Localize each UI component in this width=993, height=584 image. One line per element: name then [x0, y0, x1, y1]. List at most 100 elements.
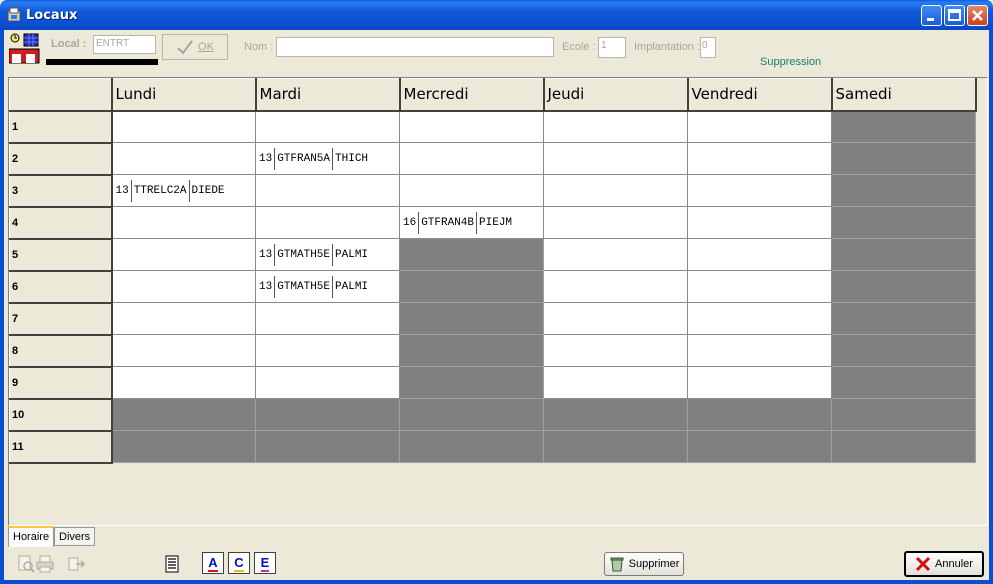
schedule-cell-empty[interactable] [543, 270, 688, 303]
schedule-cell-unavailable[interactable] [831, 334, 976, 367]
schedule-cell-empty[interactable] [687, 174, 832, 207]
schedule-cell-unavailable[interactable] [831, 270, 976, 303]
schedule-cell-unavailable[interactable] [399, 430, 544, 463]
schedule-cell-empty[interactable] [687, 142, 832, 175]
schedule-cell-unavailable[interactable] [111, 430, 256, 463]
day-header[interactable]: Samedi [831, 78, 977, 112]
schedule-cell-empty[interactable] [687, 238, 832, 271]
ecole-field[interactable]: 1 [598, 37, 626, 58]
day-header[interactable]: Lundi [111, 78, 257, 112]
schedule-cell-unavailable[interactable] [831, 206, 976, 239]
schedule-cell-empty[interactable] [687, 110, 832, 143]
ok-button[interactable]: OK [162, 34, 228, 60]
schedule-cell-unavailable[interactable] [831, 174, 976, 207]
schedule-cell-empty[interactable] [255, 206, 400, 239]
annuler-button[interactable]: Annuler [904, 551, 984, 577]
list-icon[interactable] [162, 554, 182, 574]
timeslot-row: 1 [9, 110, 976, 144]
schedule-cell-empty[interactable] [687, 302, 832, 335]
schedule-cell-empty[interactable] [399, 142, 544, 175]
schedule-cell-empty[interactable] [111, 366, 256, 399]
schedule-cell-empty[interactable] [543, 366, 688, 399]
schedule-cell-unavailable[interactable] [831, 366, 976, 399]
close-button[interactable] [967, 5, 988, 26]
schedule-cell-unavailable[interactable] [399, 270, 544, 303]
schedule-cell-unavailable[interactable] [831, 430, 976, 463]
schedule-cell-empty[interactable] [543, 206, 688, 239]
schedule-cell-empty[interactable] [543, 174, 688, 207]
booking-field: PIEJM [476, 211, 514, 234]
schedule-cell-unavailable[interactable] [831, 110, 976, 143]
schedule-cell-unavailable[interactable] [831, 142, 976, 175]
title-bar[interactable]: Locaux [0, 0, 993, 30]
schedule-cell-empty[interactable] [255, 110, 400, 143]
schedule-cell-unavailable[interactable] [831, 398, 976, 431]
print-preview-icon[interactable] [16, 554, 36, 574]
schedule-cell-unavailable[interactable] [399, 398, 544, 431]
schedule-cell-unavailable[interactable] [687, 398, 832, 431]
schedule-cell-unavailable[interactable] [399, 238, 544, 271]
local-field[interactable]: ENTRT [93, 35, 156, 54]
schedule-cell-unavailable[interactable] [255, 398, 400, 431]
schedule-cell-empty[interactable] [543, 110, 688, 143]
schedule-cell-booked[interactable]: 16 GTFRAN4B PIEJM [399, 206, 544, 239]
schedule-cell-empty[interactable] [399, 174, 544, 207]
booking-field: GTFRAN4B [418, 211, 476, 234]
schedule-cell-unavailable[interactable] [399, 366, 544, 399]
schedule-cell-empty[interactable] [111, 334, 256, 367]
filter-e-button[interactable]: E [254, 552, 276, 574]
schedule-cell-empty[interactable] [255, 334, 400, 367]
schedule-cell-unavailable[interactable] [831, 302, 976, 335]
schedule-cell-empty[interactable] [255, 302, 400, 335]
schedule-cell-empty[interactable] [399, 110, 544, 143]
print-icon[interactable] [35, 554, 55, 574]
schedule-cell-empty[interactable] [543, 334, 688, 367]
day-header[interactable]: Jeudi [543, 78, 689, 112]
schedule-cell-empty[interactable] [111, 238, 256, 271]
minimize-button[interactable] [921, 5, 942, 26]
booking-field: PALMI [332, 243, 370, 266]
schedule-cell-empty[interactable] [111, 302, 256, 335]
room-schedule-icon [9, 33, 40, 64]
implantation-field[interactable]: 0 [700, 37, 716, 58]
schedule-cell-booked[interactable]: 13 TTRELC2A DIEDE [111, 174, 256, 207]
filter-a-button[interactable]: A [202, 552, 224, 574]
schedule-cell-unavailable[interactable] [543, 430, 688, 463]
schedule-cell-unavailable[interactable] [831, 238, 976, 271]
schedule-cell-empty[interactable] [111, 142, 256, 175]
schedule-cell-booked[interactable]: 13 GTMATH5E PALMI [255, 270, 400, 303]
schedule-cell-unavailable[interactable] [111, 398, 256, 431]
day-header[interactable]: Mardi [255, 78, 401, 112]
schedule-cell-empty[interactable] [111, 206, 256, 239]
schedule-cell-unavailable[interactable] [255, 430, 400, 463]
supprimer-button[interactable]: Supprimer [604, 552, 684, 576]
schedule-cell-empty[interactable] [111, 270, 256, 303]
schedule-cell-unavailable[interactable] [399, 334, 544, 367]
export-icon[interactable] [67, 554, 87, 574]
day-header[interactable]: Mercredi [399, 78, 545, 112]
schedule-cell-empty[interactable] [687, 366, 832, 399]
schedule-cell-empty[interactable] [543, 302, 688, 335]
schedule-cell-empty[interactable] [111, 110, 256, 143]
filter-a-label: A [208, 554, 218, 572]
schedule-cell-unavailable[interactable] [687, 430, 832, 463]
schedule-cell-empty[interactable] [687, 270, 832, 303]
schedule-cell-empty[interactable] [255, 174, 400, 207]
filter-c-button[interactable]: C [228, 552, 250, 574]
schedule-cell-unavailable[interactable] [543, 398, 688, 431]
maximize-button[interactable] [944, 5, 965, 26]
tab-horaire[interactable]: Horaire [8, 526, 54, 547]
period-label: 8 [9, 334, 113, 368]
schedule-cell-booked[interactable]: 13 GTMATH5E PALMI [255, 238, 400, 271]
schedule-cell-unavailable[interactable] [399, 302, 544, 335]
booking-entry: 13 TTRELC2A DIEDE [113, 176, 255, 206]
day-header[interactable]: Vendredi [687, 78, 833, 112]
nom-field[interactable] [276, 37, 554, 57]
schedule-cell-empty[interactable] [687, 206, 832, 239]
tab-divers[interactable]: Divers [54, 527, 95, 546]
schedule-cell-empty[interactable] [687, 334, 832, 367]
schedule-cell-empty[interactable] [543, 142, 688, 175]
schedule-cell-empty[interactable] [255, 366, 400, 399]
schedule-cell-booked[interactable]: 13 GTFRAN5A THICH [255, 142, 400, 175]
schedule-cell-empty[interactable] [543, 238, 688, 271]
